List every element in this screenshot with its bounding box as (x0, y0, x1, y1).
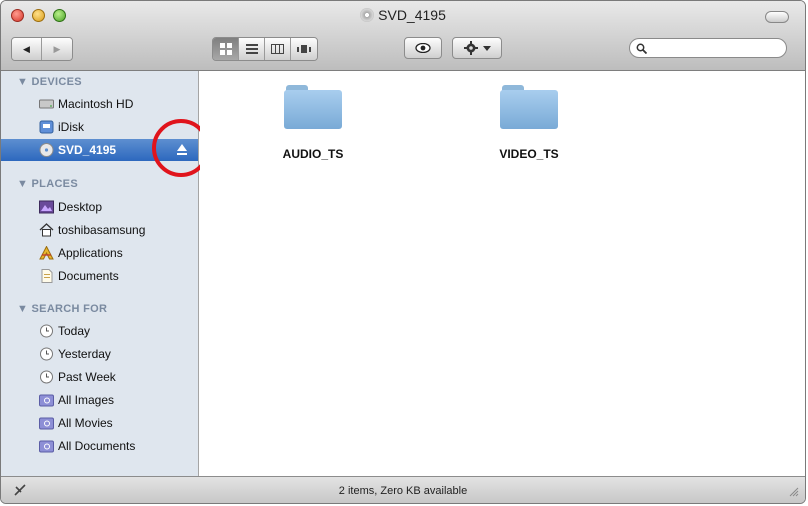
sidebar-item-label: SVD_4195 (58, 143, 117, 157)
coverflow-view-button[interactable] (291, 38, 317, 60)
toolbar-toggle-button[interactable] (765, 11, 789, 23)
search-icon (636, 43, 647, 54)
sidebar-item-all-documents[interactable]: All Documents (1, 435, 198, 457)
sidebar-item-label: All Images (58, 393, 115, 407)
sidebar-item-label: Applications (58, 246, 123, 260)
sidebar-item-label: Today (58, 324, 91, 338)
forward-arrow-icon: ▶ (53, 43, 61, 54)
sidebar-item-label: Yesterday (58, 347, 111, 361)
window-title: SVD_4195 (1, 7, 805, 23)
list-view-button[interactable] (239, 38, 265, 60)
eye-icon (415, 43, 431, 53)
resize-grip-icon[interactable] (789, 487, 799, 497)
sidebar-item-all-images[interactable]: All Images (1, 389, 198, 411)
forward-button[interactable]: ▶ (42, 38, 72, 60)
clock-icon (40, 347, 53, 361)
sidebar-item-today[interactable]: Today (1, 320, 198, 342)
folder-icon (500, 85, 558, 129)
disc-icon (39, 143, 54, 157)
applications-icon (39, 246, 54, 260)
finder-window: SVD_4195 ◀ ▶ ▼ DEVICES Macintosh HD iDis… (0, 0, 806, 504)
sidebar-item-all-movies[interactable]: All Movies (1, 412, 198, 434)
sidebar-item-label: Documents (58, 269, 119, 283)
sidebar-item-documents[interactable]: Documents (1, 265, 198, 287)
sidebar-item-past-week[interactable]: Past Week (1, 366, 198, 388)
back-arrow-icon: ◀ (23, 43, 30, 54)
list-view-icon (245, 44, 258, 54)
folder-name: VIDEO_TS (499, 147, 559, 161)
documents-icon (41, 269, 53, 283)
sidebar-item-home[interactable]: toshibasamsung (1, 219, 198, 241)
file-browser-area: AUDIO_TS VIDEO_TS (200, 71, 805, 476)
column-view-button[interactable] (265, 38, 291, 60)
nav-buttons: ◀ ▶ (11, 37, 73, 61)
chevron-down-icon (482, 45, 491, 51)
sidebar-item-label: Past Week (58, 370, 116, 384)
column-view-icon (271, 44, 284, 54)
folder-item-audio-ts[interactable]: AUDIO_TS (268, 85, 358, 161)
disc-icon (360, 8, 375, 22)
folder-icon (284, 85, 342, 129)
sidebar-item-label: Macintosh HD (58, 97, 134, 111)
smart-folder-icon (39, 394, 54, 407)
sidebar-item-applications[interactable]: Applications (1, 242, 198, 264)
status-text: 2 items, Zero KB available (338, 485, 468, 497)
icon-view-button[interactable] (213, 38, 239, 60)
view-mode-control (212, 37, 318, 61)
folder-name: AUDIO_TS (282, 147, 344, 161)
clock-icon (40, 324, 53, 338)
sidebar-item-desktop[interactable]: Desktop (1, 196, 198, 218)
search-field[interactable] (629, 38, 787, 58)
sidebar-header-search-for: ▼ SEARCH FOR (17, 303, 108, 315)
status-bar: 2 items, Zero KB available (1, 476, 805, 503)
sidebar-item-macintosh-hd[interactable]: Macintosh HD (1, 93, 198, 115)
back-button[interactable]: ◀ (12, 38, 42, 60)
quick-look-button[interactable] (404, 37, 442, 59)
sidebar-header-places: ▼ PLACES (17, 178, 78, 190)
idisk-icon (39, 120, 54, 134)
titlebar: SVD_4195 ◀ ▶ (1, 1, 805, 71)
gear-icon (463, 41, 478, 55)
folder-item-video-ts[interactable]: VIDEO_TS (484, 85, 574, 161)
search-input[interactable] (653, 41, 777, 55)
sidebar-item-label: iDisk (58, 120, 84, 134)
sidebar-item-label: Desktop (58, 200, 103, 214)
window-title-text: SVD_4195 (378, 7, 446, 23)
sidebar-header-devices: ▼ DEVICES (17, 76, 82, 88)
icon-view-icon (219, 43, 232, 55)
desktop-icon (39, 200, 54, 214)
sidebar-item-label: toshibasamsung (58, 223, 146, 237)
clock-icon (40, 370, 53, 384)
action-menu-button[interactable] (452, 37, 502, 59)
sidebar-item-label: All Movies (58, 416, 113, 430)
coverflow-icon (297, 45, 311, 53)
sidebar-item-label: All Documents (58, 439, 136, 453)
hard-drive-icon (39, 99, 54, 109)
smart-folder-icon (39, 417, 54, 430)
home-icon (39, 223, 54, 237)
sidebar-item-yesterday[interactable]: Yesterday (1, 343, 198, 365)
smart-folder-icon (39, 440, 54, 453)
